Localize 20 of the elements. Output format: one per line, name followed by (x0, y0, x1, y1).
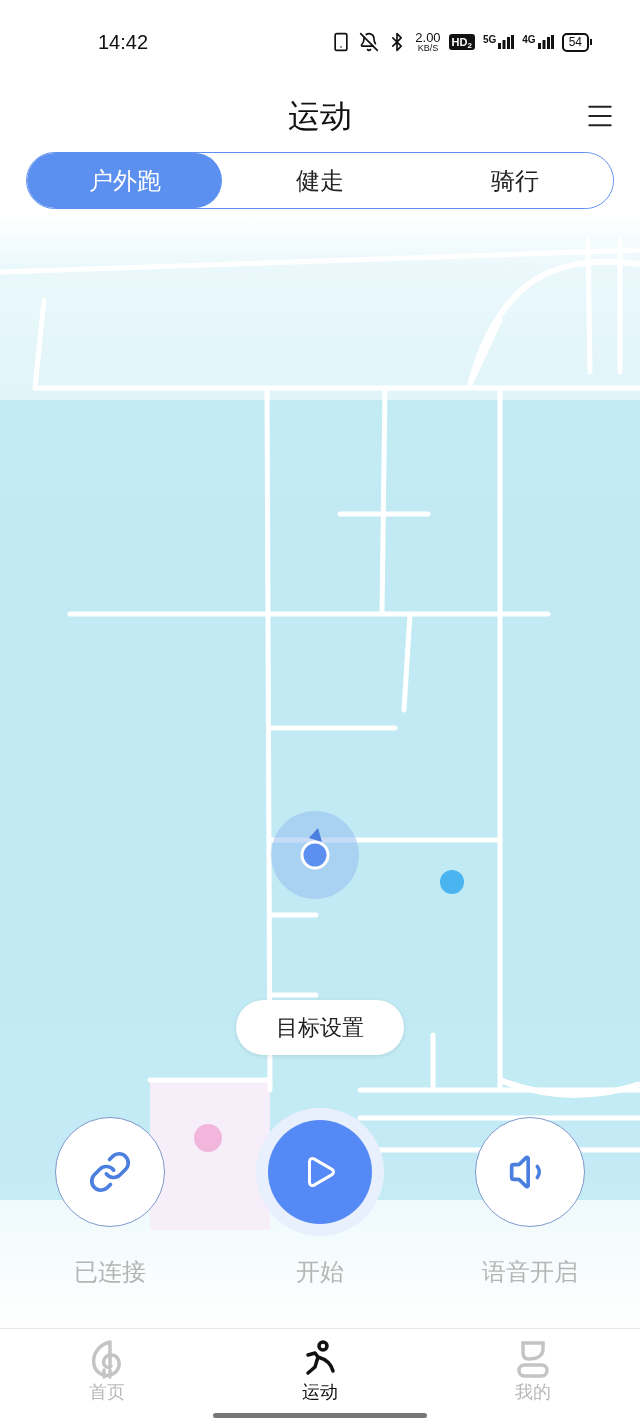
spiral-icon (89, 1339, 124, 1379)
network-label: 4G (522, 35, 536, 45)
control-label: 已连接 (74, 1257, 146, 1287)
control-label: 语音开启 (482, 1257, 578, 1287)
link-icon (88, 1150, 132, 1194)
signal-icon (537, 35, 554, 49)
page-title: 运动 (288, 97, 352, 136)
control-label: 开始 (296, 1257, 344, 1287)
person-icon (515, 1339, 552, 1379)
bell-off-icon (359, 32, 380, 52)
start-button[interactable] (268, 1120, 372, 1224)
nav-tab[interactable]: 运动 (302, 1329, 338, 1422)
battery-level: 54 (561, 32, 589, 52)
goal-settings-button[interactable]: 目标设置 (236, 1000, 404, 1055)
status-time: 14:42 (98, 30, 149, 55)
signal-icon (498, 35, 515, 49)
speed-value: 2.00 (415, 31, 441, 44)
hd-badge: HD$_{2}$ (448, 34, 475, 50)
speed-unit: KB/S (417, 44, 439, 53)
network-label: 5G (482, 35, 497, 45)
